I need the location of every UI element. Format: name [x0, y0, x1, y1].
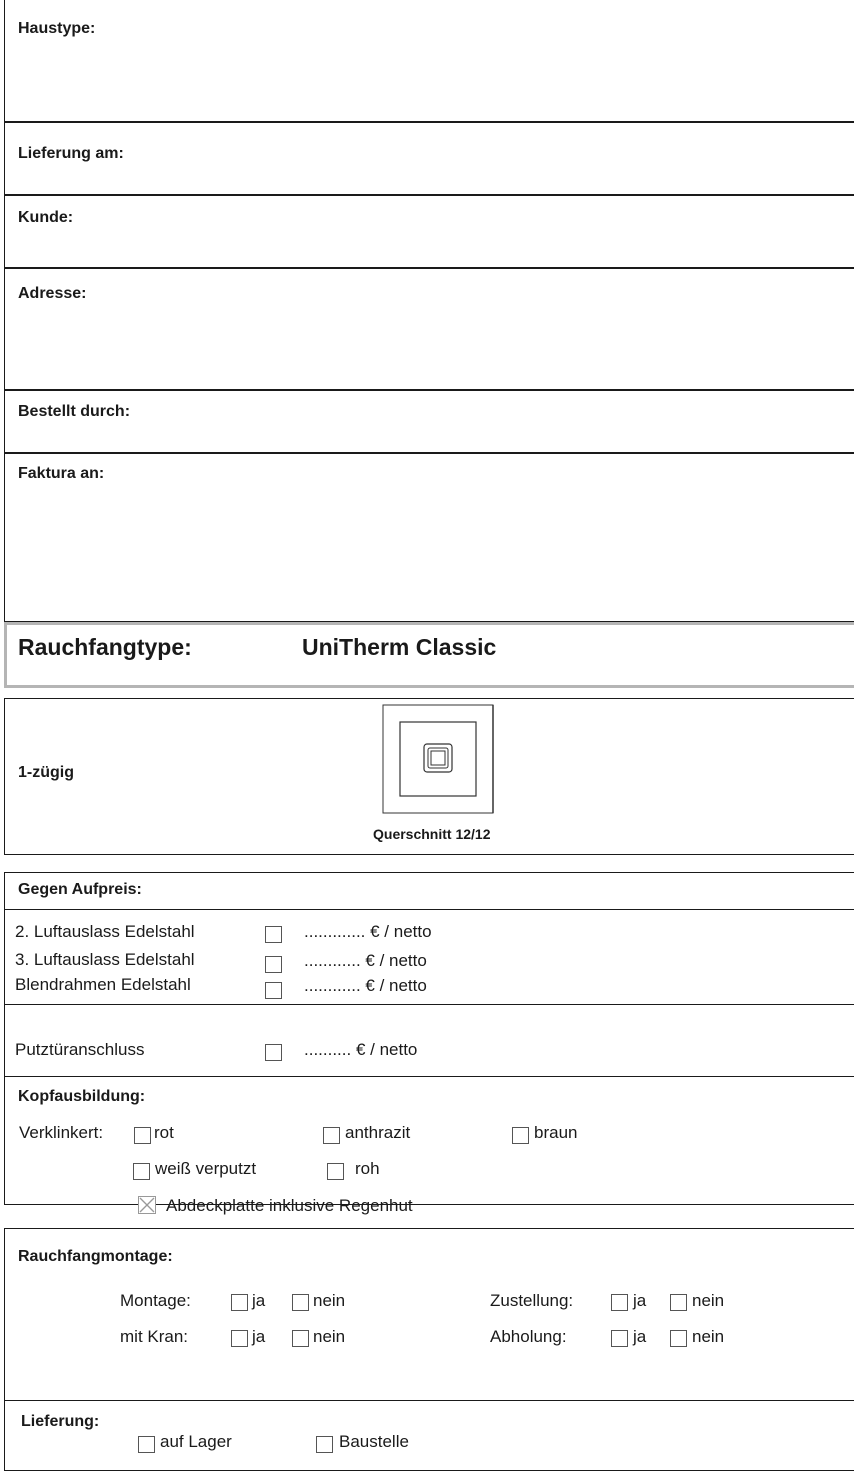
option-label-luftauslass-2: 2. Luftauslass Edelstahl [15, 922, 195, 941]
checkbox-blendrahmen[interactable] [265, 982, 282, 999]
aufpreis-title: Gegen Aufpreis: [18, 881, 142, 898]
divider [4, 194, 854, 196]
montage-label: Montage: [120, 1291, 191, 1310]
checkbox-baustelle[interactable] [316, 1436, 333, 1453]
abdeckplatte-label: Abdeckplatte inklusive Regenhut [166, 1196, 413, 1215]
checkbox-auf-lager[interactable] [138, 1436, 155, 1453]
kran-ja-label: ja [252, 1327, 266, 1346]
zustellung-nein-label: nein [692, 1291, 725, 1310]
checkbox-kran-nein[interactable] [292, 1330, 309, 1347]
option-label-blendrahmen: Blendrahmen Edelstahl [15, 975, 191, 994]
querschnitt-caption: Querschnitt 12/12 [373, 826, 491, 842]
checkbox-kran-ja[interactable] [231, 1330, 248, 1347]
checkbox-luftauslass-2[interactable] [265, 926, 282, 943]
anthrazit-label: anthrazit [345, 1123, 411, 1142]
bestellt-durch-label: Bestellt durch: [18, 403, 131, 420]
rot-label: rot [154, 1123, 174, 1142]
abholung-ja-label: ja [633, 1327, 647, 1346]
price-luftauslass-2: ............. € / netto [304, 922, 432, 941]
montage-title: Rauchfangmontage: [18, 1248, 173, 1265]
montage-nein-label: nein [313, 1291, 346, 1310]
checkbox-anthrazit[interactable] [323, 1127, 340, 1144]
checkbox-abdeckplatte[interactable] [138, 1196, 156, 1214]
aufpreis-section-box [4, 1005, 854, 1077]
checkbox-zustellung-ja[interactable] [611, 1294, 628, 1311]
lieferung-am-label: Lieferung am: [18, 145, 124, 162]
checkbox-roh[interactable] [327, 1163, 344, 1180]
haustype-label: Haustype: [18, 20, 96, 37]
rauchfangtype-value: UniTherm Classic [302, 634, 497, 660]
abholung-label: Abholung: [490, 1327, 567, 1346]
montage-ja-label: ja [252, 1291, 266, 1310]
verklinkert-label: Verklinkert: [19, 1123, 104, 1142]
baustelle-label: Baustelle [339, 1432, 409, 1451]
adresse-label: Adresse: [18, 285, 87, 302]
roh-label: roh [355, 1159, 380, 1178]
faktura-an-label: Faktura an: [18, 465, 105, 482]
zustellung-label: Zustellung: [490, 1291, 574, 1310]
checkbox-rot[interactable] [134, 1127, 151, 1144]
checkbox-luftauslass-3[interactable] [265, 956, 282, 973]
checkbox-weiss-verputzt[interactable] [133, 1163, 150, 1180]
checkbox-montage-ja[interactable] [231, 1294, 248, 1311]
kran-nein-label: nein [313, 1327, 346, 1346]
abholung-nein-label: nein [692, 1327, 725, 1346]
divider [4, 389, 854, 391]
lieferung-title: Lieferung: [21, 1413, 100, 1430]
price-blendrahmen: ............ € / netto [304, 976, 427, 995]
weiss-verputzt-label: weiß verputzt [155, 1159, 257, 1178]
checkbox-braun[interactable] [512, 1127, 529, 1144]
divider [4, 267, 854, 269]
checkbox-abholung-nein[interactable] [670, 1330, 687, 1347]
kran-label: mit Kran: [120, 1327, 189, 1346]
customer-info-table [4, 0, 854, 622]
kopf-title: Kopfausbildung: [18, 1088, 146, 1105]
cross-section-drawing [382, 704, 494, 814]
divider [4, 452, 854, 454]
kunde-label: Kunde: [18, 209, 74, 226]
divider [4, 121, 854, 123]
zustellung-ja-label: ja [633, 1291, 647, 1310]
checkbox-montage-nein[interactable] [292, 1294, 309, 1311]
option-label-luftauslass-3: 3. Luftauslass Edelstahl [15, 950, 195, 969]
auf-lager-label: auf Lager [160, 1432, 232, 1451]
braun-label: braun [534, 1123, 578, 1142]
zug-label: 1-zügig [18, 764, 74, 781]
checkbox-zustellung-nein[interactable] [670, 1294, 687, 1311]
checkbox-abholung-ja[interactable] [611, 1330, 628, 1347]
rauchfangtype-label: Rauchfangtype: [18, 634, 192, 660]
price-luftauslass-3: ............ € / netto [304, 951, 427, 970]
lieferung-box [4, 1401, 854, 1471]
